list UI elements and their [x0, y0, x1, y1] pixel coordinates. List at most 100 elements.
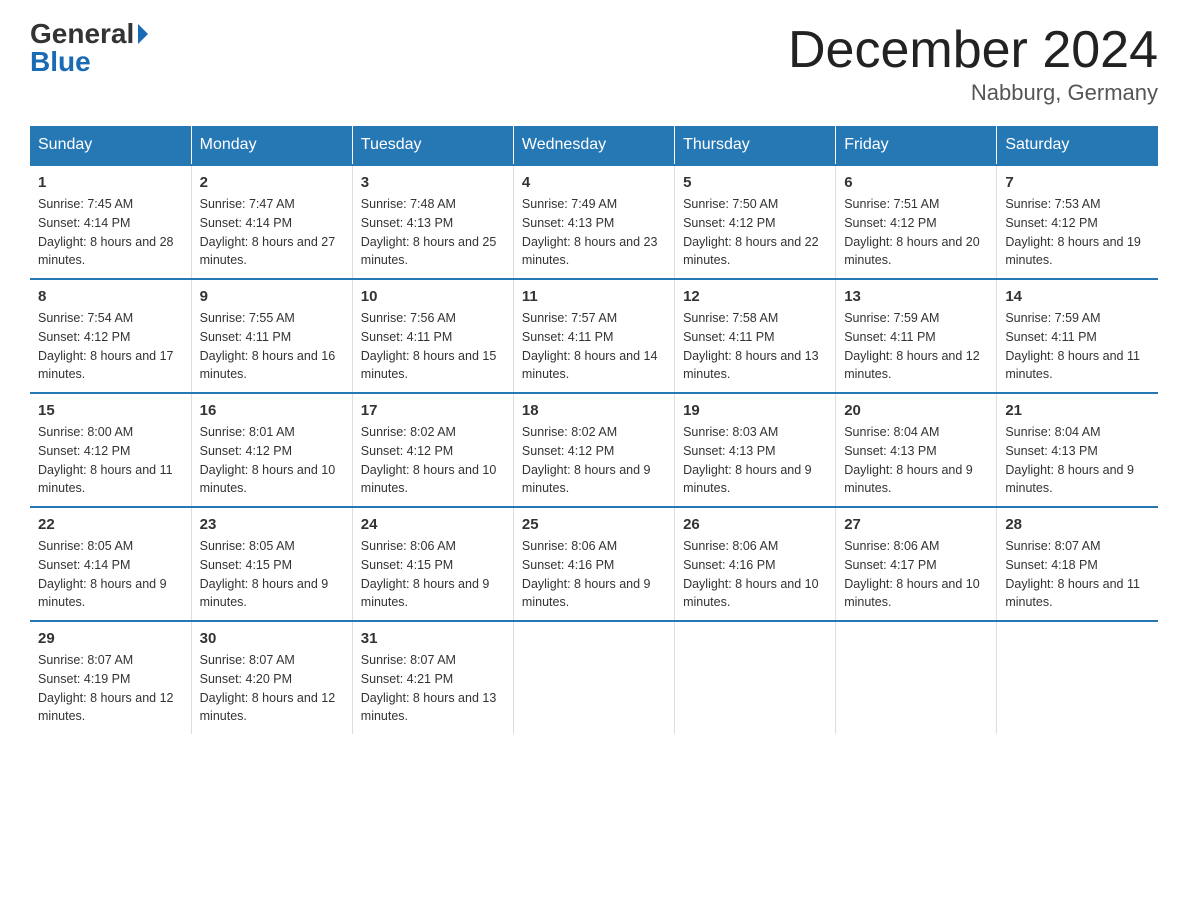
calendar-cell — [836, 621, 997, 734]
day-info: Sunrise: 8:06 AMSunset: 4:16 PMDaylight:… — [683, 537, 827, 612]
day-number: 11 — [522, 288, 666, 305]
day-number: 12 — [683, 288, 827, 305]
calendar-cell: 9 Sunrise: 7:55 AMSunset: 4:11 PMDaylight… — [191, 279, 352, 393]
day-number: 19 — [683, 402, 827, 419]
day-number: 8 — [38, 288, 183, 305]
day-info: Sunrise: 7:57 AMSunset: 4:11 PMDaylight:… — [522, 309, 666, 384]
month-title: December 2024 — [788, 20, 1158, 80]
day-info: Sunrise: 8:07 AMSunset: 4:20 PMDaylight:… — [200, 651, 344, 726]
day-info: Sunrise: 8:05 AMSunset: 4:14 PMDaylight:… — [38, 537, 183, 612]
calendar-cell: 4 Sunrise: 7:49 AMSunset: 4:13 PMDaylight… — [513, 165, 674, 279]
day-number: 13 — [844, 288, 988, 305]
day-number: 4 — [522, 174, 666, 191]
calendar-cell: 27Sunrise: 8:06 AMSunset: 4:17 PMDayligh… — [836, 507, 997, 621]
day-info: Sunrise: 8:07 AMSunset: 4:19 PMDaylight:… — [38, 651, 183, 726]
day-info: Sunrise: 7:58 AMSunset: 4:11 PMDaylight:… — [683, 309, 827, 384]
calendar-cell: 1 Sunrise: 7:45 AMSunset: 4:14 PMDaylight… — [30, 165, 191, 279]
calendar-cell: 28Sunrise: 8:07 AMSunset: 4:18 PMDayligh… — [997, 507, 1158, 621]
calendar-cell: 2 Sunrise: 7:47 AMSunset: 4:14 PMDaylight… — [191, 165, 352, 279]
calendar-cell: 16Sunrise: 8:01 AMSunset: 4:12 PMDayligh… — [191, 393, 352, 507]
day-number: 20 — [844, 402, 988, 419]
day-info: Sunrise: 8:00 AMSunset: 4:12 PMDaylight:… — [38, 423, 183, 498]
day-info: Sunrise: 7:53 AMSunset: 4:12 PMDaylight:… — [1005, 195, 1150, 270]
day-number: 28 — [1005, 516, 1150, 533]
calendar-cell: 6Sunrise: 7:51 AMSunset: 4:12 PMDaylight… — [836, 165, 997, 279]
day-info: Sunrise: 7:59 AMSunset: 4:11 PMDaylight:… — [1005, 309, 1150, 384]
calendar-cell: 21Sunrise: 8:04 AMSunset: 4:13 PMDayligh… — [997, 393, 1158, 507]
calendar-cell: 25 Sunrise: 8:06 AMSunset: 4:16 PMDayligh… — [513, 507, 674, 621]
calendar-week-row: 29 Sunrise: 8:07 AMSunset: 4:19 PMDayligh… — [30, 621, 1158, 734]
day-number: 2 — [200, 174, 344, 191]
day-number: 29 — [38, 630, 183, 647]
day-number: 1 — [38, 174, 183, 191]
day-number: 17 — [361, 402, 505, 419]
calendar-header-thursday: Thursday — [675, 126, 836, 165]
day-info: Sunrise: 7:48 AMSunset: 4:13 PMDaylight:… — [361, 195, 505, 270]
calendar-cell: 12 Sunrise: 7:58 AMSunset: 4:11 PMDayligh… — [675, 279, 836, 393]
day-info: Sunrise: 7:50 AMSunset: 4:12 PMDaylight:… — [683, 195, 827, 270]
calendar-cell: 13 Sunrise: 7:59 AMSunset: 4:11 PMDayligh… — [836, 279, 997, 393]
calendar-cell: 31 Sunrise: 8:07 AMSunset: 4:21 PMDayligh… — [352, 621, 513, 734]
calendar-header-row: SundayMondayTuesdayWednesdayThursdayFrid… — [30, 126, 1158, 165]
calendar-cell: 30 Sunrise: 8:07 AMSunset: 4:20 PMDayligh… — [191, 621, 352, 734]
calendar-cell — [513, 621, 674, 734]
day-info: Sunrise: 7:51 AMSunset: 4:12 PMDaylight:… — [844, 195, 988, 270]
calendar-cell: 19 Sunrise: 8:03 AMSunset: 4:13 PMDayligh… — [675, 393, 836, 507]
day-info: Sunrise: 8:02 AMSunset: 4:12 PMDaylight:… — [522, 423, 666, 498]
day-number: 25 — [522, 516, 666, 533]
calendar-cell: 8Sunrise: 7:54 AMSunset: 4:12 PMDaylight… — [30, 279, 191, 393]
day-number: 9 — [200, 288, 344, 305]
calendar-cell: 24Sunrise: 8:06 AMSunset: 4:15 PMDayligh… — [352, 507, 513, 621]
title-section: December 2024 Nabburg, Germany — [788, 20, 1158, 106]
calendar-cell: 17 Sunrise: 8:02 AMSunset: 4:12 PMDayligh… — [352, 393, 513, 507]
calendar-cell — [675, 621, 836, 734]
logo-triangle-icon — [138, 24, 148, 44]
page-header: General Blue December 2024 Nabburg, Germ… — [30, 20, 1158, 106]
day-number: 21 — [1005, 402, 1150, 419]
calendar-header-wednesday: Wednesday — [513, 126, 674, 165]
calendar-cell: 5 Sunrise: 7:50 AMSunset: 4:12 PMDaylight… — [675, 165, 836, 279]
calendar-cell: 22 Sunrise: 8:05 AMSunset: 4:14 PMDayligh… — [30, 507, 191, 621]
calendar-week-row: 15 Sunrise: 8:00 AMSunset: 4:12 PMDayligh… — [30, 393, 1158, 507]
day-info: Sunrise: 8:06 AMSunset: 4:16 PMDaylight:… — [522, 537, 666, 612]
calendar-week-row: 1 Sunrise: 7:45 AMSunset: 4:14 PMDaylight… — [30, 165, 1158, 279]
day-info: Sunrise: 7:45 AMSunset: 4:14 PMDaylight:… — [38, 195, 183, 270]
day-info: Sunrise: 7:59 AMSunset: 4:11 PMDaylight:… — [844, 309, 988, 384]
day-number: 15 — [38, 402, 183, 419]
calendar-cell: 10Sunrise: 7:56 AMSunset: 4:11 PMDayligh… — [352, 279, 513, 393]
calendar-week-row: 22 Sunrise: 8:05 AMSunset: 4:14 PMDayligh… — [30, 507, 1158, 621]
day-info: Sunrise: 8:03 AMSunset: 4:13 PMDaylight:… — [683, 423, 827, 498]
calendar-header-friday: Friday — [836, 126, 997, 165]
calendar-cell: 20Sunrise: 8:04 AMSunset: 4:13 PMDayligh… — [836, 393, 997, 507]
day-info: Sunrise: 8:06 AMSunset: 4:15 PMDaylight:… — [361, 537, 505, 612]
day-number: 30 — [200, 630, 344, 647]
day-info: Sunrise: 8:02 AMSunset: 4:12 PMDaylight:… — [361, 423, 505, 498]
calendar-cell — [997, 621, 1158, 734]
day-info: Sunrise: 7:47 AMSunset: 4:14 PMDaylight:… — [200, 195, 344, 270]
day-info: Sunrise: 8:07 AMSunset: 4:21 PMDaylight:… — [361, 651, 505, 726]
calendar-cell: 3 Sunrise: 7:48 AMSunset: 4:13 PMDaylight… — [352, 165, 513, 279]
logo-blue-text: Blue — [30, 48, 91, 76]
day-info: Sunrise: 8:06 AMSunset: 4:17 PMDaylight:… — [844, 537, 988, 612]
day-info: Sunrise: 7:55 AMSunset: 4:11 PMDaylight:… — [200, 309, 344, 384]
day-number: 10 — [361, 288, 505, 305]
calendar-cell: 15 Sunrise: 8:00 AMSunset: 4:12 PMDayligh… — [30, 393, 191, 507]
day-number: 22 — [38, 516, 183, 533]
calendar-header-monday: Monday — [191, 126, 352, 165]
day-number: 7 — [1005, 174, 1150, 191]
day-number: 5 — [683, 174, 827, 191]
calendar-cell: 18 Sunrise: 8:02 AMSunset: 4:12 PMDayligh… — [513, 393, 674, 507]
day-number: 31 — [361, 630, 505, 647]
calendar-cell: 11 Sunrise: 7:57 AMSunset: 4:11 PMDayligh… — [513, 279, 674, 393]
day-info: Sunrise: 8:05 AMSunset: 4:15 PMDaylight:… — [200, 537, 344, 612]
day-info: Sunrise: 7:49 AMSunset: 4:13 PMDaylight:… — [522, 195, 666, 270]
day-info: Sunrise: 8:01 AMSunset: 4:12 PMDaylight:… — [200, 423, 344, 498]
day-number: 3 — [361, 174, 505, 191]
calendar-header-saturday: Saturday — [997, 126, 1158, 165]
calendar-week-row: 8Sunrise: 7:54 AMSunset: 4:12 PMDaylight… — [30, 279, 1158, 393]
day-number: 18 — [522, 402, 666, 419]
day-number: 26 — [683, 516, 827, 533]
calendar-cell: 14Sunrise: 7:59 AMSunset: 4:11 PMDayligh… — [997, 279, 1158, 393]
calendar-cell: 23Sunrise: 8:05 AMSunset: 4:15 PMDayligh… — [191, 507, 352, 621]
calendar-cell: 26 Sunrise: 8:06 AMSunset: 4:16 PMDayligh… — [675, 507, 836, 621]
